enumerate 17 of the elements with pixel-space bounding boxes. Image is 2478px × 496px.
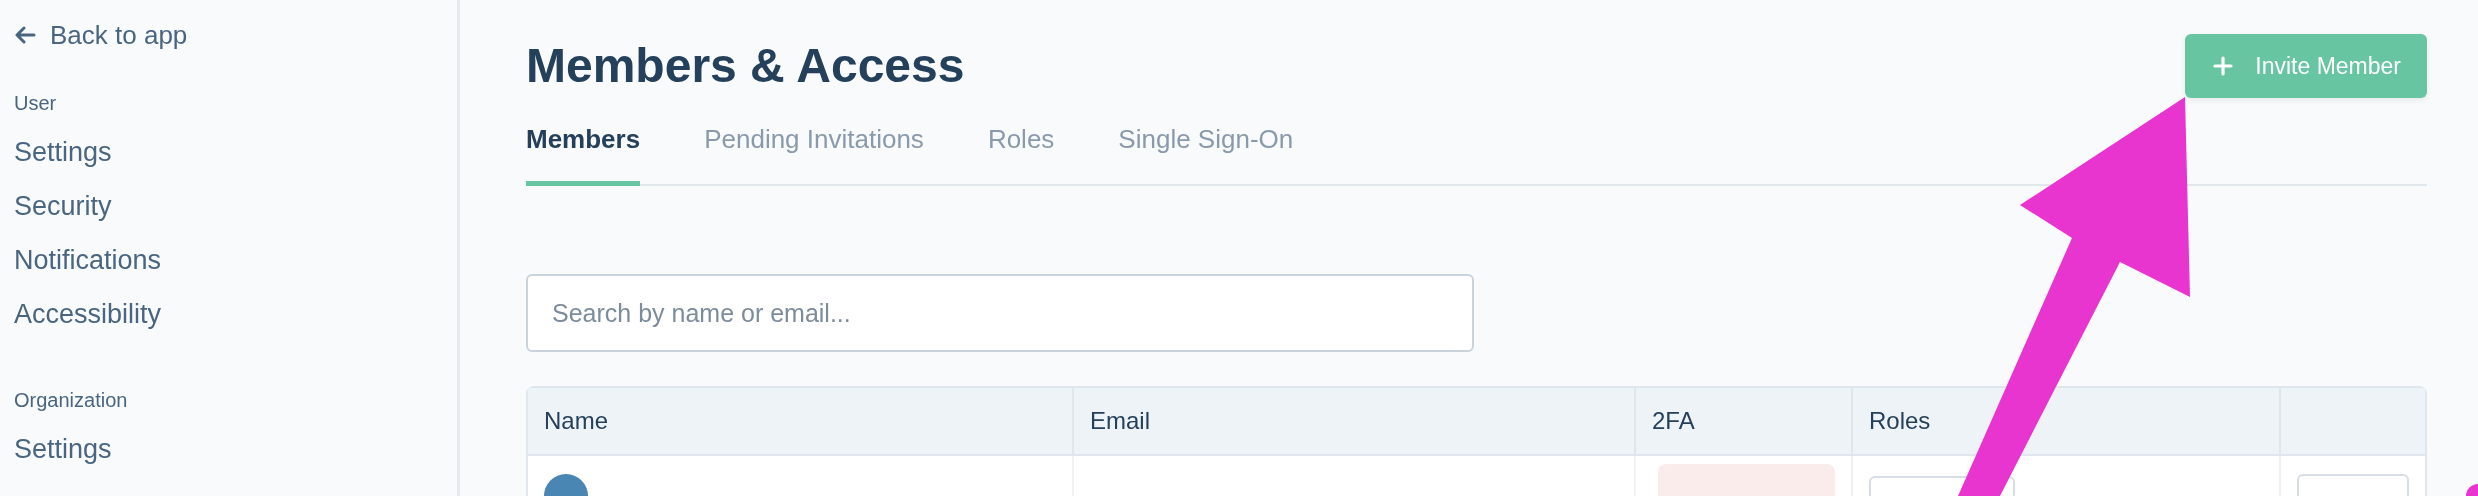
arrow-left-icon [14, 26, 36, 44]
search-field[interactable]: Search by name or email... [526, 274, 1474, 352]
sidebar-item[interactable]: Settings [14, 125, 457, 179]
back-link[interactable]: Back to app [14, 14, 457, 56]
plus-icon [2213, 56, 2234, 76]
sidebar-item[interactable]: Notifications [14, 233, 457, 287]
column-header: 2FA [1652, 407, 1695, 435]
sidebar-item[interactable]: Accessibility [14, 287, 457, 341]
column-header: Roles [1869, 407, 1931, 435]
section-heading: User [14, 92, 58, 115]
column-header: Email [1090, 407, 1150, 435]
sidebar-item[interactable]: Settings [14, 422, 457, 476]
column-header: Name [544, 407, 609, 435]
tab[interactable]: Members [526, 124, 641, 186]
sidebar-item[interactable]: Security [14, 179, 457, 233]
page-title: Members & Access [526, 38, 965, 94]
section-heading: Organization [14, 389, 129, 412]
